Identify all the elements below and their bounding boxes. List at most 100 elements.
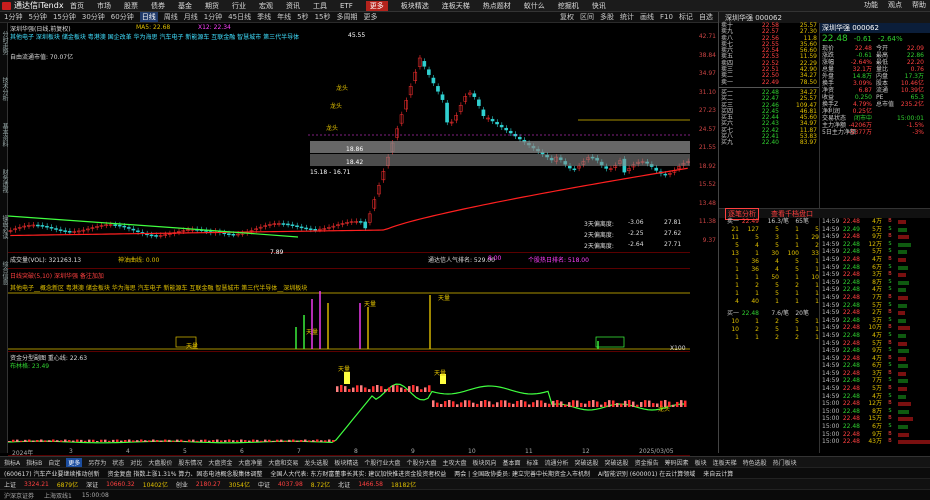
volume-panel[interactable]: 成交量(VOL): 321263.13 神油曲线: 0.00 通达信人气排名: …: [8, 253, 690, 269]
tab-depth-view[interactable]: 查看千档盘口: [771, 209, 813, 219]
period-button-9[interactable]: 45日线: [228, 12, 251, 22]
bottom-tab-17[interactable]: 板块风向: [472, 458, 496, 467]
bottom-tab-18[interactable]: 基本面: [502, 458, 520, 467]
menu-right-item-1[interactable]: 连板天梯: [442, 1, 470, 11]
bottom-tab-1[interactable]: 指标B: [26, 458, 42, 467]
period-button-4[interactable]: 60分钟: [111, 12, 134, 22]
period-button-11[interactable]: 年线: [277, 12, 291, 22]
window-control-1[interactable]: 观点: [888, 0, 902, 10]
bottom-tab-6[interactable]: 对比: [130, 458, 142, 467]
period-button-1[interactable]: 5分钟: [28, 12, 46, 22]
menu-right-item-5[interactable]: 快讯: [592, 1, 606, 11]
toolbar-right-button-2[interactable]: 多股: [600, 12, 614, 22]
period-button-2[interactable]: 15分钟: [53, 12, 76, 22]
tick-row[interactable]: 14:59 22.48 7万 B: [820, 294, 930, 302]
tick-row[interactable]: 14:59 22.49 5万 S: [820, 226, 930, 234]
tick-row[interactable]: 15:00 22.48 9万 B: [820, 431, 930, 439]
news-item[interactable]: AI智能识别 (600001) 在云计算领域: [598, 469, 695, 478]
news-item[interactable]: 全国人大代表: 东方财富董事长其实: 建议加快推进资金投资者权益: [270, 469, 446, 478]
tick-row[interactable]: 14:59 22.48 3万 B: [820, 271, 930, 279]
toolbar-right-button-1[interactable]: 区间: [580, 12, 594, 22]
period-button-10[interactable]: 季线: [257, 12, 271, 22]
tick-row[interactable]: 14:59 22.48 9万 S: [820, 347, 930, 355]
tick-row[interactable]: 14:59 22.48 4万 S: [820, 286, 930, 294]
indicator-panel[interactable]: 资金分型副图 重心线: 22.63 布林格: 23.49 天量 天量 龙头 20…: [7, 352, 690, 457]
bottom-tab-12[interactable]: 龙头选股: [304, 458, 328, 467]
tick-row[interactable]: 14:59 22.48 5万 B: [820, 385, 930, 393]
period-button-8[interactable]: 1分钟: [204, 12, 222, 22]
tick-row[interactable]: 14:59 22.48 6万 S: [820, 264, 930, 272]
tick-row[interactable]: 14:59 22.48 5万 B: [820, 340, 930, 348]
bottom-tab-7[interactable]: 大盘股价: [148, 458, 172, 467]
tick-list[interactable]: 14:59 22.48 4万 B 14:59 22.49 5万 S 14:59 22.48 9万 B 1…: [819, 218, 930, 453]
bottom-tab-11[interactable]: 大盘和交易: [268, 458, 298, 467]
menu-item-7[interactable]: 宏观: [259, 1, 273, 11]
tick-row[interactable]: 14:59 22.48 2万 B: [820, 309, 930, 317]
tick-row[interactable]: 14:59 22.48 3万 B: [820, 370, 930, 378]
bottom-tab-28[interactable]: 热门板块: [773, 458, 797, 467]
tick-row[interactable]: 14:59 22.48 12万 S: [820, 241, 930, 249]
bottom-tab-22[interactable]: 突破选股: [605, 458, 629, 467]
bottom-tab-23[interactable]: 资金报告: [635, 458, 659, 467]
order-book-row[interactable]: 买九 22.40 83.97: [719, 140, 819, 147]
tick-row[interactable]: 14:59 22.48 5万 S: [820, 302, 930, 310]
window-control-0[interactable]: 功能: [864, 0, 878, 10]
toolbar-right-button-0[interactable]: 复权: [560, 12, 574, 22]
menu-item-8[interactable]: 资讯: [286, 1, 300, 11]
tick-row[interactable]: 14:59 22.48 3万 S: [820, 317, 930, 325]
index-name[interactable]: 深证: [86, 480, 98, 489]
kline-panel[interactable]: 深圳华强(日线,前复权) MA5: 22.68 X12: 22.34 其他电子 …: [7, 23, 690, 256]
tick-row[interactable]: 15:00 22.48 12万 B: [820, 400, 930, 408]
bottom-tab-13[interactable]: 板块精选: [334, 458, 358, 467]
bottom-tab-20[interactable]: 流通分析: [545, 458, 569, 467]
index-name[interactable]: 北证: [338, 480, 350, 489]
index-name[interactable]: 上证: [4, 480, 16, 489]
bottom-tab-21[interactable]: 突破选股: [575, 458, 599, 467]
tick-row[interactable]: 14:59 22.48 4万 B: [820, 256, 930, 264]
bottom-tab-8[interactable]: 股东情况: [178, 458, 202, 467]
bottom-tab-10[interactable]: 大盘净量: [238, 458, 262, 467]
tick-row[interactable]: 14:59 22.48 4万 S: [820, 393, 930, 401]
news-item[interactable]: 来自云计算: [703, 469, 733, 478]
period-button-3[interactable]: 30分钟: [82, 12, 105, 22]
period-button-14[interactable]: 多周期: [336, 12, 357, 22]
news-item[interactable]: (600617) 汽车产业要继续推动创新: [4, 469, 100, 478]
menu-item-6[interactable]: 行业: [232, 1, 246, 11]
tick-row[interactable]: 14:59 22.48 4万 S: [820, 332, 930, 340]
tick-row[interactable]: 15:00 22.48 15万 B: [820, 415, 930, 423]
tick-row[interactable]: 14:59 22.48 5万 S: [820, 248, 930, 256]
tick-row[interactable]: 15:00 22.48 8万 S: [820, 408, 930, 416]
bottom-tab-5[interactable]: 状态: [112, 458, 124, 467]
bottom-tab-25[interactable]: 板块: [695, 458, 707, 467]
menu-item-2[interactable]: 股票: [124, 1, 138, 11]
toolbar-right-button-6[interactable]: 标记: [679, 12, 693, 22]
menu-item-0[interactable]: 首页: [70, 1, 84, 11]
window-control-2[interactable]: 帮助: [912, 0, 926, 10]
tick-row[interactable]: 15:00 22.48 6万 S: [820, 423, 930, 431]
bottom-tab-24[interactable]: 筹码因素: [665, 458, 689, 467]
bottom-tab-0[interactable]: 指标A: [4, 458, 20, 467]
bottom-tab-2[interactable]: 自定: [48, 458, 60, 467]
bottom-tab-9[interactable]: 大盘资金: [208, 458, 232, 467]
bottom-tab-16[interactable]: 主攻大盘: [442, 458, 466, 467]
bottom-tab-14[interactable]: 个股行业大盘: [364, 458, 400, 467]
tick-row[interactable]: 14:59 22.48 8万 S: [820, 279, 930, 287]
tick-row[interactable]: 14:59 22.48 10万 B: [820, 324, 930, 332]
tick-row[interactable]: 14:59 22.48 7万 S: [820, 377, 930, 385]
news-item[interactable]: 两会 | 全国政协委员: 建立完善中长期资金入市机制: [454, 469, 590, 478]
period-button-12[interactable]: 5秒: [297, 12, 308, 22]
period-button-7[interactable]: 月线: [184, 12, 198, 22]
bottom-tab-15[interactable]: 个股分大盘: [406, 458, 436, 467]
index-name[interactable]: 创业: [176, 480, 188, 489]
news-item[interactable]: 资金复盘 指数上涨1.31% 算力、固态电池概念股集体调整: [108, 469, 263, 478]
bottom-tab-4[interactable]: 另存为: [88, 458, 106, 467]
toolbar-right-button-3[interactable]: 统计: [620, 12, 634, 22]
tick-row[interactable]: 15:00 22.48 43万 B: [820, 438, 930, 446]
menu-right-item-4[interactable]: 挖掘机: [558, 1, 579, 11]
menu-item-1[interactable]: 市场: [97, 1, 111, 11]
index-name[interactable]: 中证: [258, 480, 270, 489]
menu-right-item-2[interactable]: 热点题材: [483, 1, 511, 11]
period-button-15[interactable]: 更多: [363, 12, 377, 22]
menu-right-item-3[interactable]: 蚁什么: [524, 1, 545, 11]
tick-row[interactable]: 14:59 22.48 4万 B: [820, 218, 930, 226]
